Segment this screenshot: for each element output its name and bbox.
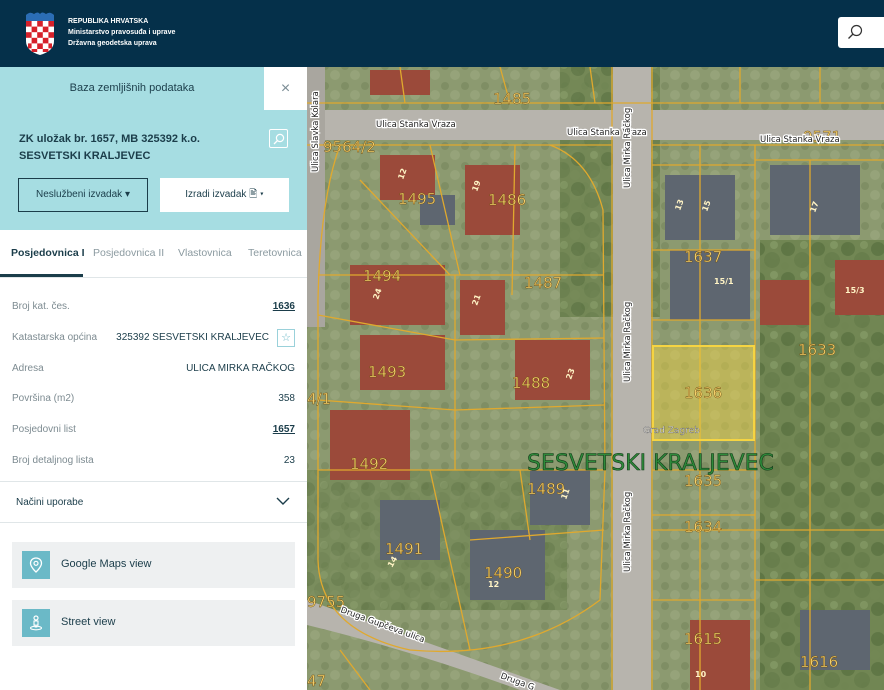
house-number-label: 15/3 (845, 286, 865, 295)
chevron-down-icon (276, 497, 290, 505)
parcel-label[interactable]: 9564/2 (323, 138, 376, 156)
field-label: Adresa (12, 363, 44, 374)
panel-title: Baza zemljišnih podataka (69, 82, 195, 94)
parcel-label[interactable]: 1633 (798, 341, 837, 359)
close-button[interactable]: × (264, 67, 307, 110)
field-row-cadastral-municipality: Katastarska općina 325392 SESVETSKI KRAL… (12, 329, 295, 352)
field-label: Posjedovni list (12, 424, 76, 435)
parcel-title-line-1: ZK uložak br. 1657, MB 325392 k.o. (19, 133, 200, 145)
org-line-2: Ministarstvo pravosuđa i uprave (68, 29, 176, 36)
possession-list-link[interactable]: 1657 (273, 424, 295, 435)
house-number-label: 15/1 (714, 277, 734, 286)
street-label: Ulica Mirka Račkog (622, 108, 633, 188)
field-row-detail-sheet: Broj detaljnog lista 23 (12, 455, 295, 475)
panel-header: Baza zemljišnih podataka × ZK uložak br.… (0, 67, 307, 230)
street-label: Ulica Slavka Kolara (311, 91, 321, 172)
field-value: 358 (278, 393, 295, 404)
cadastral-map[interactable]: 1485 9564/2 1495 1486 1637 1494 1487 163… (307, 67, 884, 690)
parcel-label[interactable]: 1486 (488, 191, 527, 209)
parcel-label[interactable]: 1616 (800, 653, 839, 671)
house-number-label: 12 (488, 580, 499, 589)
parcel-label[interactable]: 4/1 (307, 390, 331, 408)
favorite-star-icon[interactable]: ☆ (277, 329, 295, 347)
parcel-label[interactable]: 1487 (524, 274, 563, 292)
tab-teretovnica[interactable]: Teretovnica (248, 247, 302, 259)
street-label: Ulica Stanka Vraza (760, 135, 840, 145)
google-maps-view-label: Google Maps view (61, 558, 152, 570)
tab-bar: Posjedovnica I Posjedovnica II Vlastovni… (0, 230, 307, 278)
field-row-possession-list: Posjedovni list 1657 (12, 424, 295, 444)
unofficial-extract-dropdown[interactable]: Neslužbeni izvadak ▾ (18, 178, 148, 212)
parcel-label[interactable]: 1636 (684, 384, 723, 402)
field-label: Broj detaljnog lista (12, 455, 94, 466)
organization-name: REPUBLIKA HRVATSKA Ministarstvo pravosuđ… (68, 16, 175, 49)
coat-of-arms-logo[interactable] (24, 11, 56, 55)
parcel-title-line-2: SESVETSKI KRALJEVEC (19, 150, 151, 162)
usage-methods-accordion[interactable]: Načini uporabe (0, 481, 307, 523)
tab-posjedovnica-2[interactable]: Posjedovnica II (93, 247, 164, 259)
zoom-to-parcel-button[interactable] (269, 129, 288, 148)
parcel-label[interactable]: 1615 (684, 630, 723, 648)
street-label: Ulica Mirka Račkog (622, 492, 633, 572)
parcel-label[interactable]: 1488 (512, 374, 551, 392)
parcel-number-link[interactable]: 1636 (273, 301, 295, 312)
info-panel: Baza zemljišnih podataka × ZK uložak br.… (0, 67, 307, 690)
parcel-label[interactable]: 47 (307, 672, 326, 690)
parcel-label[interactable]: 1485 (493, 90, 532, 108)
parcel-label[interactable]: 9755 (307, 593, 345, 611)
street-view-button[interactable]: Street view (12, 600, 295, 646)
field-value: 23 (283, 455, 295, 466)
org-line-3: Državna geodetska uprava (68, 40, 157, 47)
map-canvas[interactable]: 1485 9564/2 1495 1486 1637 1494 1487 163… (307, 67, 884, 690)
close-icon: × (280, 80, 291, 97)
org-line-1: REPUBLIKA HRVATSKA (68, 18, 149, 25)
field-row-area: Površina (m2) 358 (12, 393, 295, 413)
google-maps-view-button[interactable]: Google Maps view (12, 542, 295, 588)
field-label: Površina (m2) (12, 393, 75, 404)
create-extract-dropdown[interactable]: Izradi izvadak 🖹 ▾ (160, 178, 289, 212)
map-pin-icon (22, 551, 50, 579)
tab-vlastovnica[interactable]: Vlastovnica (178, 247, 232, 259)
search-icon (273, 133, 285, 145)
parcel-label[interactable]: 1493 (368, 363, 407, 381)
field-row-parcel-number: Broj kat. čes. 1636 (12, 301, 295, 321)
field-value: ULICA MIRKA RAČKOG (186, 363, 295, 374)
parcel-label[interactable]: 1637 (684, 248, 723, 266)
house-number-label: 10 (695, 670, 707, 679)
parcel-label[interactable]: 1634 (684, 518, 723, 536)
field-label: Katastarska općina (12, 332, 98, 343)
field-label: Broj kat. čes. (12, 301, 70, 312)
street-label: Ulica Stanka Vraza (376, 120, 456, 130)
field-row-address: Adresa ULICA MIRKA RAČKOG (12, 363, 295, 383)
city-label: Grad Zagreb (643, 426, 700, 436)
municipality-label: SESVETSKI KRALJEVEC (527, 451, 774, 476)
field-value: 325392 SESVETSKI KRALJEVEC (116, 332, 269, 343)
parcel-label[interactable]: 1495 (398, 190, 437, 208)
parcel-label[interactable]: 1494 (363, 267, 402, 285)
tab-posjedovnica-1[interactable]: Posjedovnica I (11, 247, 85, 259)
street-view-person-icon (22, 609, 50, 637)
street-label: Ulica Stanka Vraza (567, 128, 647, 138)
street-view-label: Street view (61, 616, 116, 628)
accordion-label: Načini uporabe (16, 497, 84, 508)
top-header: REPUBLIKA HRVATSKA Ministarstvo pravosuđ… (0, 0, 884, 67)
header-search-button[interactable] (838, 17, 884, 48)
street-label: Ulica Mirka Račkog (622, 302, 633, 382)
search-icon (848, 24, 863, 39)
parcel-title: ZK uložak br. 1657, MB 325392 k.o. SESVE… (19, 131, 259, 165)
parcel-label[interactable]: 1492 (350, 455, 389, 473)
active-tab-indicator (0, 274, 83, 277)
